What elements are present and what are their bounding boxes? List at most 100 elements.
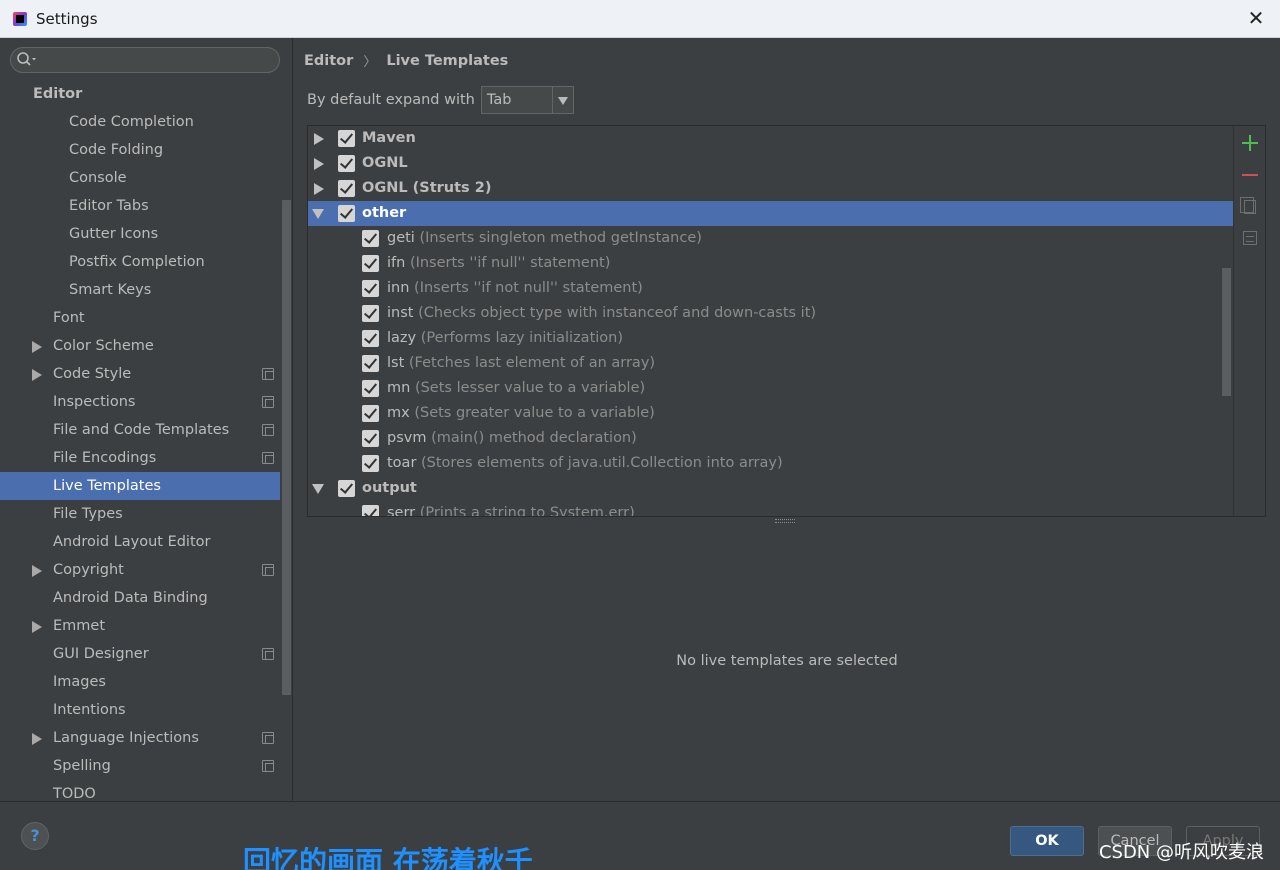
template-item[interactable]: psvm (main() method declaration) xyxy=(308,426,1233,451)
template-checkbox[interactable] xyxy=(362,255,379,272)
sidebar-item-emmet[interactable]: Emmet xyxy=(0,612,280,640)
template-item[interactable]: mn (Sets lesser value to a variable) xyxy=(308,376,1233,401)
sidebar-item-file-and-code-templates[interactable]: File and Code Templates xyxy=(0,416,280,444)
template-checkbox[interactable] xyxy=(362,305,379,322)
ok-button[interactable]: OK xyxy=(1010,826,1084,856)
sidebar-item-language-injections[interactable]: Language Injections xyxy=(0,724,280,752)
remove-icon[interactable] xyxy=(1241,166,1259,184)
template-checkbox[interactable] xyxy=(362,230,379,247)
template-checkbox[interactable] xyxy=(338,480,355,497)
template-group-name: Maven xyxy=(362,130,416,146)
sidebar-item-android-layout-editor[interactable]: Android Layout Editor xyxy=(0,528,280,556)
sidebar-item-editor-tabs[interactable]: Editor Tabs xyxy=(0,192,280,220)
chevron-down-icon[interactable] xyxy=(312,209,324,219)
chevron-down-icon[interactable] xyxy=(312,484,324,494)
template-checkbox[interactable] xyxy=(362,355,379,372)
sidebar-item-intentions[interactable]: Intentions xyxy=(0,696,280,724)
sidebar-item-label: Copyright xyxy=(53,562,124,578)
sidebar-item-console[interactable]: Console xyxy=(0,164,280,192)
template-item[interactable]: inst (Checks object type with instanceof… xyxy=(308,301,1233,326)
template-item[interactable]: ifn (Inserts ''if null'' statement) xyxy=(308,251,1233,276)
add-icon[interactable] xyxy=(1241,134,1259,152)
close-icon[interactable]: ✕ xyxy=(1246,8,1266,28)
sidebar-item-gutter-icons[interactable]: Gutter Icons xyxy=(0,220,280,248)
template-abbreviation: lst xyxy=(387,355,405,371)
window-title: Settings xyxy=(36,9,98,28)
sidebar-item-file-encodings[interactable]: File Encodings xyxy=(0,444,280,472)
sidebar-item-label: Spelling xyxy=(53,758,111,774)
template-item[interactable]: inn (Inserts ''if not null'' statement) xyxy=(308,276,1233,301)
sidebar-item-color-scheme[interactable]: Color Scheme xyxy=(0,332,280,360)
template-checkbox[interactable] xyxy=(362,505,379,516)
chevron-right-icon[interactable] xyxy=(314,158,324,170)
template-checkbox[interactable] xyxy=(338,155,355,172)
template-checkbox[interactable] xyxy=(362,330,379,347)
sidebar-item-label: Smart Keys xyxy=(69,282,152,298)
splitter-handle[interactable] xyxy=(775,519,795,523)
template-group[interactable]: Maven xyxy=(308,126,1233,151)
sidebar-item-images[interactable]: Images xyxy=(0,668,280,696)
sidebar-item-inspections[interactable]: Inspections xyxy=(0,388,280,416)
sidebar-item-label: Color Scheme xyxy=(53,338,154,354)
chevron-right-icon[interactable] xyxy=(314,183,324,195)
template-abbreviation: mx xyxy=(387,405,410,421)
sidebar-item-postfix-completion[interactable]: Postfix Completion xyxy=(0,248,280,276)
template-group[interactable]: output xyxy=(308,476,1233,501)
search-input[interactable] xyxy=(10,47,280,73)
sidebar-item-code-folding[interactable]: Code Folding xyxy=(0,136,280,164)
template-group[interactable]: OGNL (Struts 2) xyxy=(308,176,1233,201)
template-group[interactable]: OGNL xyxy=(308,151,1233,176)
sidebar-item-live-templates[interactable]: Live Templates xyxy=(0,472,280,500)
sidebar-item-font[interactable]: Font xyxy=(0,304,280,332)
template-item-label: inn (Inserts ''if not null'' statement) xyxy=(387,276,643,301)
template-item-label: mx (Sets greater value to a variable) xyxy=(387,401,655,426)
template-group-name: OGNL xyxy=(362,155,408,171)
breadcrumb-editor[interactable]: Editor xyxy=(304,53,353,69)
copy-icon[interactable] xyxy=(1240,197,1256,214)
template-checkbox[interactable] xyxy=(362,430,379,447)
expand-select[interactable]: Tab xyxy=(480,86,574,114)
chevron-down-icon[interactable] xyxy=(551,87,573,113)
sidebar-scrollbar[interactable] xyxy=(282,200,291,695)
chevron-right-icon[interactable] xyxy=(314,133,324,145)
templates-scrollbar[interactable] xyxy=(1222,268,1231,396)
chevron-right-icon[interactable] xyxy=(32,621,42,633)
edit-icon[interactable] xyxy=(1243,231,1257,245)
chevron-right-icon[interactable] xyxy=(32,369,42,381)
template-item[interactable]: lazy (Performs lazy initialization) xyxy=(308,326,1233,351)
sidebar-item-label: File and Code Templates xyxy=(53,422,230,438)
template-checkbox[interactable] xyxy=(338,205,355,222)
template-checkbox[interactable] xyxy=(362,280,379,297)
template-item[interactable]: serr (Prints a string to System.err) xyxy=(308,501,1233,516)
help-icon[interactable]: ? xyxy=(21,822,49,850)
chevron-right-icon[interactable] xyxy=(32,341,42,353)
template-checkbox[interactable] xyxy=(338,180,355,197)
sidebar-item-label: Android Layout Editor xyxy=(53,534,211,550)
template-checkbox[interactable] xyxy=(338,130,355,147)
template-checkbox[interactable] xyxy=(362,455,379,472)
template-item[interactable]: toar (Stores elements of java.util.Colle… xyxy=(308,451,1233,476)
sidebar-item-smart-keys[interactable]: Smart Keys xyxy=(0,276,280,304)
project-icon xyxy=(262,424,274,436)
sidebar-item-spelling[interactable]: Spelling xyxy=(0,752,280,780)
sidebar-item-gui-designer[interactable]: GUI Designer xyxy=(0,640,280,668)
template-item[interactable]: mx (Sets greater value to a variable) xyxy=(308,401,1233,426)
sidebar-item-android-data-binding[interactable]: Android Data Binding xyxy=(0,584,280,612)
chevron-right-icon[interactable] xyxy=(32,565,42,577)
template-group-name: other xyxy=(362,205,407,221)
template-group[interactable]: other xyxy=(308,201,1233,226)
template-checkbox[interactable] xyxy=(362,380,379,397)
template-item[interactable]: lst (Fetches last element of an array) xyxy=(308,351,1233,376)
sidebar-item-todo[interactable]: TODO xyxy=(0,780,280,801)
chevron-right-icon[interactable] xyxy=(32,733,42,745)
template-abbreviation: psvm xyxy=(387,430,427,446)
expand-row: By default expand with Tab xyxy=(307,86,574,114)
template-checkbox[interactable] xyxy=(362,405,379,422)
sidebar-item-editor[interactable]: Editor xyxy=(0,80,280,108)
template-item-label: lazy (Performs lazy initialization) xyxy=(387,326,623,351)
template-item[interactable]: geti (Inserts singleton method getInstan… xyxy=(308,226,1233,251)
sidebar-item-copyright[interactable]: Copyright xyxy=(0,556,280,584)
sidebar-item-code-style[interactable]: Code Style xyxy=(0,360,280,388)
sidebar-item-code-completion[interactable]: Code Completion xyxy=(0,108,280,136)
sidebar-item-file-types[interactable]: File Types xyxy=(0,500,280,528)
